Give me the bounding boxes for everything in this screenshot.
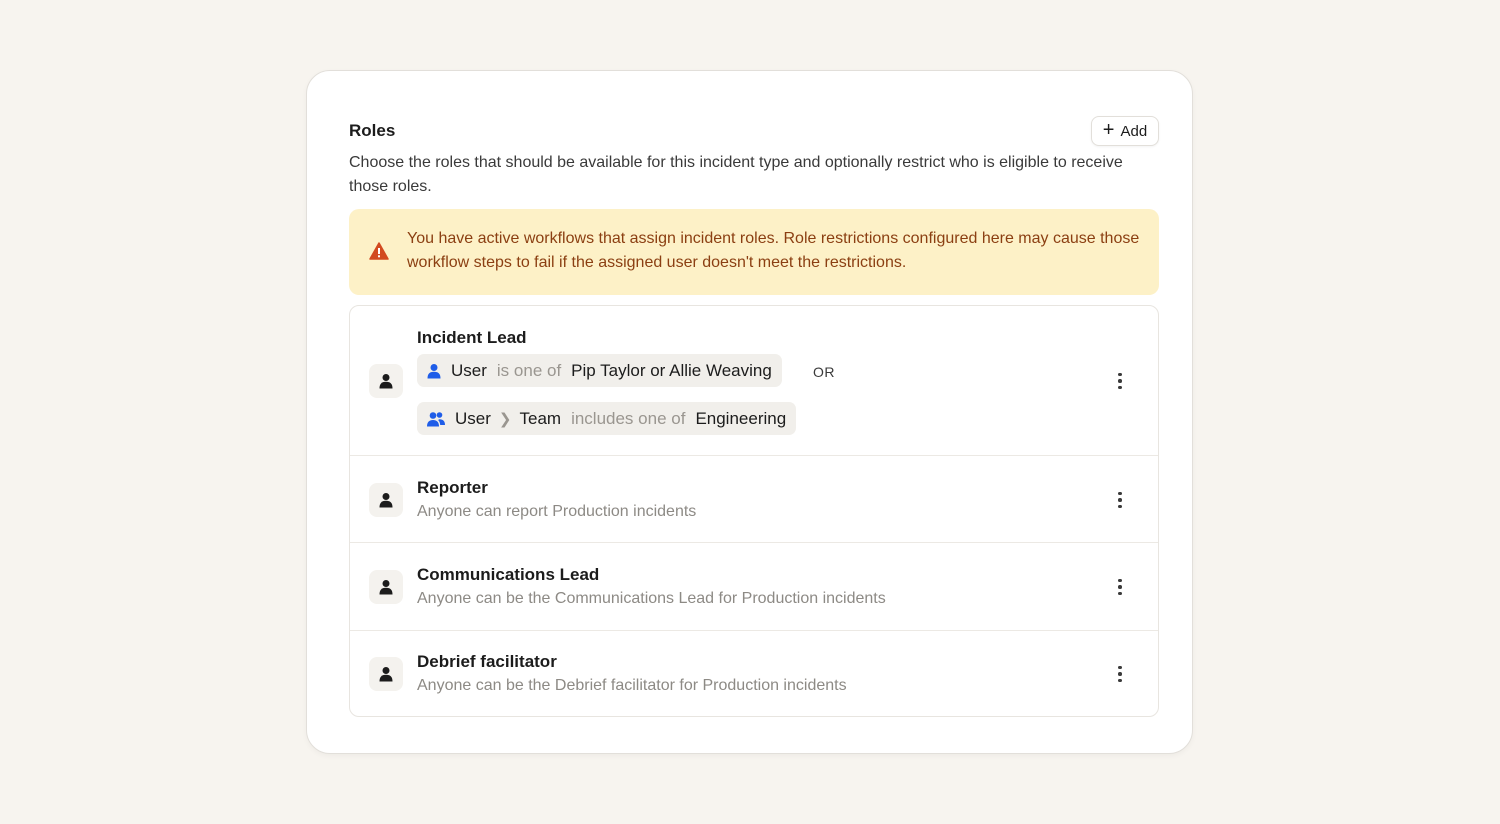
condition-subject: User (451, 360, 487, 380)
condition-value: Engineering (695, 408, 787, 428)
person-icon (369, 657, 403, 691)
condition-operator: includes one of (571, 408, 686, 428)
section-title: Roles (349, 121, 396, 140)
add-button-label: Add (1120, 122, 1148, 140)
role-subtitle: Anyone can be the Communications Lead fo… (417, 590, 886, 607)
add-role-button[interactable]: + Add (1091, 116, 1159, 146)
role-title: Debrief facilitator (417, 652, 557, 671)
alert-text: You have active workflows that assign in… (407, 230, 1140, 271)
more-options-icon[interactable] (1110, 575, 1130, 599)
role-row-reporter[interactable]: Reporter Anyone can report Production in… (350, 456, 1158, 543)
warning-alert: You have active workflows that assign in… (349, 209, 1159, 295)
roles-card: Roles + Add Choose the roles that should… (306, 70, 1193, 754)
person-icon (369, 483, 403, 517)
chevron-right-icon: ❯ (498, 410, 512, 428)
more-options-icon[interactable] (1110, 369, 1130, 393)
condition-chip-user[interactable]: User is one of Pip Taylor or Allie Weavi… (417, 354, 782, 387)
role-subtitle: Anyone can be the Debrief facilitator fo… (417, 677, 847, 694)
person-icon (369, 364, 403, 398)
role-row-debrief-facilitator[interactable]: Debrief facilitator Anyone can be the De… (350, 631, 1158, 716)
person-icon (369, 570, 403, 604)
condition-operator: is one of (496, 360, 562, 380)
condition-subject: User (455, 408, 491, 428)
condition-value: Pip Taylor or Allie Weaving (571, 360, 772, 380)
user-icon (427, 363, 441, 379)
role-title: Incident Lead (417, 328, 527, 347)
role-row-incident-lead[interactable]: Incident Lead User is one of Pip Taylor … (350, 306, 1158, 456)
more-options-icon[interactable] (1110, 488, 1130, 512)
condition-joiner: OR (813, 364, 835, 380)
roles-list: Incident Lead User is one of Pip Taylor … (349, 305, 1159, 717)
team-icon (427, 411, 445, 427)
condition-chip-team[interactable]: User ❯ Team includes one of Engineering (417, 402, 797, 435)
role-row-communications-lead[interactable]: Communications Lead Anyone can be the Co… (350, 543, 1158, 631)
more-options-icon[interactable] (1110, 662, 1130, 686)
section-description: Choose the roles that should be availabl… (349, 154, 1123, 195)
plus-icon: + (1102, 119, 1115, 141)
condition-sub-field: Team (519, 408, 562, 428)
role-subtitle: Anyone can report Production incidents (417, 503, 697, 520)
role-title: Communications Lead (417, 565, 600, 584)
warning-triangle-icon (369, 242, 389, 260)
role-title: Reporter (417, 478, 488, 497)
